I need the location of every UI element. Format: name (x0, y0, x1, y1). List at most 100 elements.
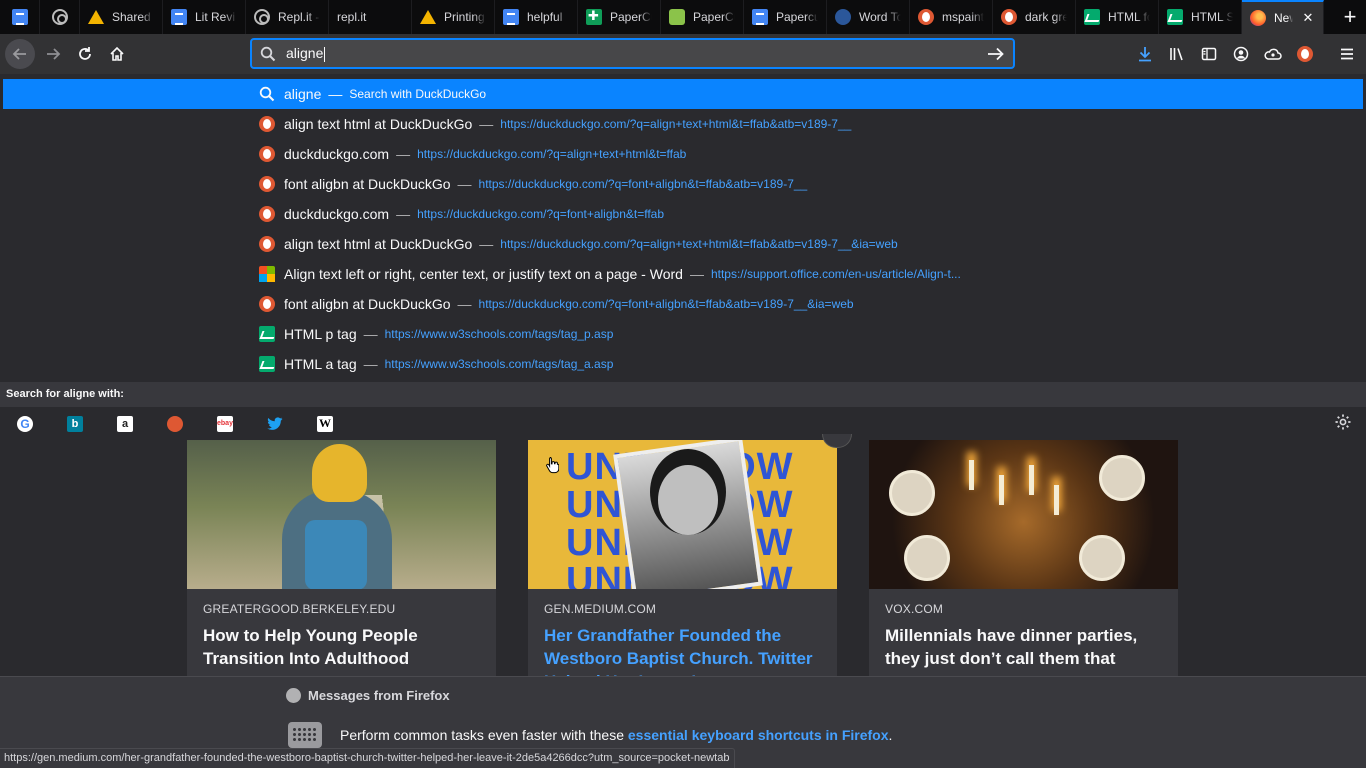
duckduckgo-icon (259, 176, 275, 192)
suggestion-url: https://duckduckgo.com/?q=align+text+htm… (417, 147, 687, 161)
message-text: Perform common tasks even faster with th… (340, 727, 624, 743)
w3schools-icon (1167, 9, 1183, 25)
search-icon (260, 46, 276, 61)
engine-wikipedia-button[interactable]: W (300, 407, 350, 441)
tab-google-docs-pinned[interactable] (0, 0, 40, 34)
tab-papercut-3[interactable]: Papercu (744, 0, 827, 34)
new-tab-button[interactable]: + (1334, 0, 1366, 34)
tab-html-s[interactable]: HTML S (1159, 0, 1242, 34)
forward-arrow-icon (47, 48, 61, 60)
google-docs-icon (171, 9, 187, 25)
suggestion-row[interactable]: duckduckgo.com — https://duckduckgo.com/… (3, 199, 1363, 229)
suggestion-separator: — (479, 236, 494, 252)
firefox-icon (1250, 10, 1266, 26)
engine-google-button[interactable]: G (0, 407, 50, 441)
suggestion-row[interactable]: HTML a tag — https://www.w3schools.com/t… (3, 349, 1363, 379)
card-source: GEN.MEDIUM.COM (544, 602, 657, 616)
suggestion-separator: — (457, 296, 472, 312)
suggestion-row[interactable]: HTML p tag — https://www.w3schools.com/t… (3, 319, 1363, 349)
tab-papercut-1[interactable]: PaperCu (578, 0, 661, 34)
keyboard-icon (288, 722, 322, 748)
suggestion-row[interactable]: duckduckgo.com — https://duckduckgo.com/… (3, 139, 1363, 169)
search-icon (259, 86, 275, 102)
replit-icon (51, 9, 68, 25)
tab-lit-review[interactable]: Lit Revi (163, 0, 246, 34)
duckduckgo-extension-button[interactable] (1290, 39, 1320, 69)
suggestion-separator: — (363, 326, 378, 342)
menu-button[interactable] (1332, 39, 1362, 69)
toolbar-right-icons (1130, 39, 1362, 69)
downloads-button[interactable] (1130, 39, 1160, 69)
card-source: GREATERGOOD.BERKELEY.EDU (203, 602, 396, 616)
url-input[interactable]: aligne (286, 45, 987, 62)
suggestion-row[interactable]: align text html at DuckDuckGo — https://… (3, 109, 1363, 139)
suggestion-separator: — (396, 146, 411, 162)
tab-replit-dash[interactable]: Repl.it - (246, 0, 329, 34)
tab-helpful[interactable]: helpful (495, 0, 578, 34)
suggestion-row[interactable]: Align text left or right, center text, o… (3, 259, 1363, 289)
suggestion-separator: — (689, 266, 704, 282)
gear-icon (1335, 414, 1351, 430)
tab-papercut-2[interactable]: PaperCu (661, 0, 744, 34)
forward-button[interactable] (38, 39, 68, 69)
suggestion-title: duckduckgo.com (284, 146, 390, 162)
pocket-card[interactable]: VOX.COM Millennials have dinner parties,… (869, 440, 1178, 676)
messages-header-text: Messages from Firefox (308, 688, 450, 703)
sidebar-button[interactable] (1194, 39, 1224, 69)
back-button[interactable] (5, 39, 35, 69)
suggestion-url: https://www.w3schools.com/tags/tag_a.asp (384, 357, 614, 371)
tab-dark-green[interactable]: dark gre (993, 0, 1076, 34)
engine-ebay-button[interactable]: ebay (200, 407, 250, 441)
tab-replit[interactable]: repl.it (329, 0, 412, 34)
tab-shared[interactable]: Shared (80, 0, 163, 34)
tab-new-tab-active[interactable]: New ✕ (1242, 0, 1324, 34)
search-settings-button[interactable] (1334, 413, 1352, 436)
reload-button[interactable] (70, 39, 100, 69)
engine-duckduckgo-button[interactable] (150, 407, 200, 441)
status-bar-url: https://gen.medium.com/her-grandfather-f… (0, 748, 736, 768)
suggestion-row[interactable]: font aligbn at DuckDuckGo — https://duck… (3, 169, 1363, 199)
engine-amazon-button[interactable]: a (100, 407, 150, 441)
reload-icon (79, 47, 91, 60)
tab-replit-pinned[interactable] (40, 0, 80, 34)
tab-html-fo[interactable]: HTML fo (1076, 0, 1159, 34)
download-icon (1139, 47, 1151, 62)
tab-printing[interactable]: Printing (412, 0, 495, 34)
account-button[interactable] (1226, 39, 1256, 69)
url-bar[interactable]: aligne (250, 38, 1015, 69)
suggestion-row[interactable]: align text html at DuckDuckGo — https://… (3, 229, 1363, 259)
green-plus-icon (586, 8, 602, 25)
go-arrow-icon[interactable] (987, 46, 1005, 62)
suggestion-row[interactable]: font aligbn at DuckDuckGo — https://duck… (3, 289, 1363, 319)
suggestion-url: https://duckduckgo.com/?q=font+aligbn&t=… (478, 177, 808, 191)
sidebar-icon (1201, 47, 1217, 61)
search-with-label: Search for aligne with: (0, 382, 1366, 406)
library-button[interactable] (1162, 39, 1192, 69)
engine-twitter-button[interactable] (250, 407, 300, 441)
pocket-card-hovered[interactable]: UNFOLLOW UNFOLLOW UNFOLLOW UNFOLLOW GEN.… (528, 440, 837, 676)
bing-icon: b (67, 415, 83, 432)
shortcuts-link[interactable]: essential keyboard shortcuts in Firefox (628, 727, 889, 743)
tab-word-to[interactable]: Word To (827, 0, 910, 34)
suggestion-title: align text html at DuckDuckGo (284, 116, 473, 132)
card-image (869, 440, 1178, 589)
back-arrow-icon (12, 48, 26, 60)
tab-mspaint[interactable]: mspaint (910, 0, 993, 34)
suggestion-title: aligne (284, 86, 322, 102)
close-tab-icon[interactable]: ✕ (1301, 10, 1315, 26)
text-caret (324, 46, 326, 62)
extension-button[interactable] (1258, 39, 1288, 69)
one-off-search-engines: G b a ebay W (0, 406, 1366, 440)
home-button[interactable] (102, 39, 132, 69)
engine-bing-button[interactable]: b (50, 407, 100, 441)
suggestion-title: Align text left or right, center text, o… (284, 266, 683, 282)
duckduckgo-icon (259, 146, 275, 162)
card-image (187, 440, 496, 589)
suggestion-action: Search with DuckDuckGo (349, 87, 487, 101)
hand-cursor-icon (546, 457, 559, 474)
new-tab-page: GREATERGOOD.BERKELEY.EDU How to Help You… (0, 434, 1366, 768)
suggestion-row-search[interactable]: aligne — Search with DuckDuckGo (3, 79, 1363, 109)
twitter-bird-icon (267, 416, 283, 430)
pocket-card[interactable]: GREATERGOOD.BERKELEY.EDU How to Help You… (187, 440, 496, 676)
suggestion-url: https://duckduckgo.com/?q=align+text+htm… (500, 237, 898, 251)
